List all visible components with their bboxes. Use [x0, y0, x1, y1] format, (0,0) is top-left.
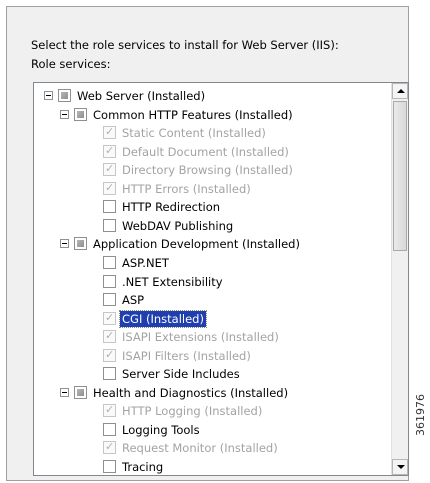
tree-item[interactable]: HTTP Errors (Installed): [34, 180, 389, 199]
checkbox: [103, 440, 116, 455]
tree-item[interactable]: ISAPI Filters (Installed): [34, 347, 389, 366]
tree-item[interactable]: Application Development (Installed): [34, 235, 389, 254]
tree-item-label: .NET Extensibility: [122, 274, 223, 289]
checkbox[interactable]: [103, 293, 116, 307]
tree-item-label: HTTP Logging (Installed): [122, 404, 263, 419]
checkbox[interactable]: [103, 218, 116, 232]
checkbox[interactable]: [74, 385, 87, 399]
tree-item[interactable]: Request Monitor (Installed): [34, 439, 389, 458]
tree-item[interactable]: Tracing: [34, 458, 389, 475]
tree-item-label: Server Side Includes: [122, 367, 240, 382]
tree-item-label: Default Document (Installed): [122, 144, 289, 159]
checkbox[interactable]: [103, 255, 116, 269]
tree-item-label: Tracing: [122, 460, 164, 474]
role-services-dialog: Select the role services to install for …: [6, 6, 409, 481]
tree-item[interactable]: HTTP Redirection: [34, 198, 389, 217]
tree-item-label: Request Monitor (Installed): [122, 441, 278, 456]
tree-item[interactable]: Static Content (Installed): [34, 124, 389, 143]
collapse-icon[interactable]: [60, 109, 69, 119]
checkbox[interactable]: [103, 274, 116, 288]
checkbox[interactable]: [103, 367, 116, 381]
tree-item-label: Web Server (Installed): [77, 89, 206, 103]
checkbox: [103, 181, 116, 195]
tree-item-label: HTTP Errors (Installed): [122, 181, 251, 196]
tree-item-label: Application Development (Installed): [93, 237, 300, 252]
checkbox: [103, 403, 116, 418]
instruction-text: Select the role services to install for …: [31, 38, 339, 52]
tree-item-label: Static Content (Installed): [122, 126, 266, 141]
checkbox: [103, 329, 116, 344]
tree-item[interactable]: CGI (Installed): [34, 309, 389, 329]
collapse-icon[interactable]: [60, 387, 69, 397]
collapse-icon[interactable]: [44, 91, 53, 100]
tree-item[interactable]: Logging Tools: [34, 421, 389, 440]
tree-item[interactable]: Web Server (Installed): [34, 87, 389, 106]
tree-item-label: ASP.NET: [122, 255, 169, 270]
tree-item-label: Health and Diagnostics (Installed): [93, 385, 289, 400]
tree-item-label: ISAPI Extensions (Installed): [122, 330, 279, 345]
tree-item-label: Directory Browsing (Installed): [122, 163, 293, 178]
checkbox[interactable]: [103, 200, 116, 214]
tree-item[interactable]: Default Document (Installed): [34, 143, 389, 162]
checkbox: [103, 144, 116, 158]
tree-item[interactable]: ASP: [34, 291, 389, 310]
tree-item[interactable]: .NET Extensibility: [34, 273, 389, 292]
checkbox: [103, 311, 116, 325]
tree-item-label: HTTP Redirection: [122, 200, 221, 215]
vertical-scrollbar[interactable]: [391, 83, 408, 475]
role-services-tree[interactable]: Web Server (Installed) Common HTTP Featur…: [33, 82, 409, 476]
tree-item[interactable]: Server Side Includes: [34, 365, 389, 384]
scroll-thumb[interactable]: [393, 101, 407, 251]
checkbox: [103, 348, 116, 362]
tree-item[interactable]: ISAPI Extensions (Installed): [34, 328, 389, 347]
tree-item[interactable]: HTTP Logging (Installed): [34, 402, 389, 421]
figure-id: 361976: [414, 394, 427, 436]
checkbox[interactable]: [74, 107, 87, 121]
tree-item[interactable]: Health and Diagnostics (Installed): [34, 384, 389, 403]
tree-item[interactable]: Common HTTP Features (Installed): [34, 106, 389, 125]
collapse-icon[interactable]: [60, 239, 69, 249]
arrow-down-icon: [397, 465, 405, 469]
tree-item[interactable]: ASP.NET: [34, 254, 389, 273]
scroll-down-button[interactable]: [392, 459, 408, 475]
tree-item-label: ISAPI Filters (Installed): [122, 348, 251, 363]
tree-item-label: Logging Tools: [122, 422, 200, 437]
tree-item[interactable]: WebDAV Publishing: [34, 217, 389, 236]
checkbox[interactable]: [74, 237, 87, 251]
tree-item-label: Common HTTP Features (Installed): [93, 107, 293, 122]
checkbox[interactable]: [58, 89, 71, 102]
checkbox[interactable]: [103, 460, 116, 473]
role-services-label: Role services:: [31, 57, 111, 71]
checkbox[interactable]: [103, 422, 116, 436]
checkbox: [103, 125, 116, 140]
tree-item-label: ASP: [122, 293, 145, 308]
tree-item-label: CGI (Installed): [119, 309, 207, 328]
checkbox: [103, 162, 116, 177]
scroll-up-button[interactable]: [392, 83, 408, 99]
arrow-up-icon: [397, 89, 405, 93]
tree-item-label: WebDAV Publishing: [122, 218, 234, 233]
tree-item[interactable]: Directory Browsing (Installed): [34, 161, 389, 180]
